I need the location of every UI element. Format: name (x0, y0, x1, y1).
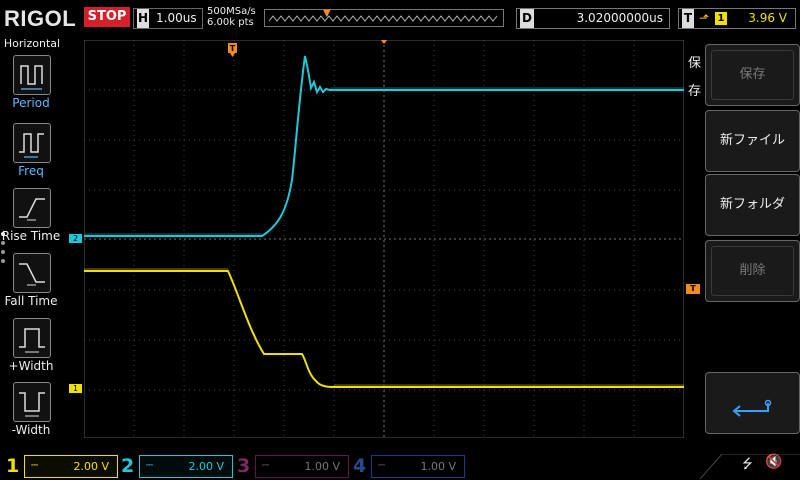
trigger-source: 1 (715, 12, 727, 25)
channel-4-number: 4 (353, 455, 367, 477)
measure-period-label: Period (12, 96, 50, 110)
ch2-marker[interactable]: 2 (69, 234, 82, 243)
dc-coupling-icon: ⎓ (31, 461, 39, 471)
channel-4-scale: 1.00 V (420, 460, 456, 473)
return-arrow-icon (732, 399, 772, 417)
delay-label: D (520, 9, 534, 28)
channel-2-number: 2 (121, 455, 135, 477)
channel-1-scale: 2.00 V (73, 460, 109, 473)
measure-fall-time[interactable]: Fall Time (0, 253, 62, 315)
positive-width-icon (13, 318, 51, 358)
brand-logo: RIGOL (4, 6, 77, 31)
measure-rise-time-label: Rise Time (1, 229, 61, 243)
channel-bar: 1 ⎓ 2.00 V 2 ⎓ 2.00 V 3 ⎓ 1.00 V 4 ⎓ 1.0… (0, 452, 800, 480)
menu-title: Horizontal (3, 37, 61, 50)
ch1-marker-label: 1 (72, 384, 79, 393)
new-folder-button[interactable]: 新フォルダ (705, 174, 800, 236)
channel-3-scale-box: ⎓ 1.00 V (255, 455, 349, 478)
fall-time-icon (13, 253, 51, 293)
return-button[interactable] (705, 372, 800, 434)
acquisition-info: 500MSa/s 6.00k pts (207, 6, 256, 28)
timebase-box[interactable]: H 1.00us (133, 8, 203, 29)
measure-positive-width[interactable]: +Width (0, 318, 62, 380)
new-file-label: 新ファイル (719, 133, 785, 148)
rise-time-icon (13, 188, 51, 228)
frequency-icon (13, 123, 51, 163)
memory-waveform-icon (268, 15, 498, 22)
delay-box[interactable]: D 3.02000000us (516, 8, 670, 29)
channel-3-status[interactable]: 3 ⎓ 1.00 V (237, 454, 349, 478)
period-icon (13, 55, 51, 95)
speaker-muted-icon[interactable]: 🔇 (765, 454, 782, 470)
channel-3-scale: 1.00 V (304, 460, 340, 473)
save-menu: 保存 保存 新ファイル 新フォルダ 削除 (685, 40, 800, 440)
measure-fall-time-label: Fall Time (4, 294, 58, 308)
sample-rate: 500MSa/s (207, 6, 256, 17)
channel-1-status[interactable]: 1 ⎓ 2.00 V (6, 454, 118, 478)
measure-menu: Horizontal Period Freq Rise Time Fall Ti… (0, 37, 62, 443)
save-button-label: 保存 (739, 67, 766, 82)
falling-edge-icon: ⬏ (699, 11, 710, 25)
measure-period[interactable]: Period (0, 55, 62, 117)
save-menu-title: 保存 (688, 56, 702, 99)
dc-coupling-icon: ⎓ (378, 461, 386, 471)
channel-4-scale-box: ⎓ 1.00 V (371, 455, 465, 478)
run-stop-button[interactable]: STOP (84, 7, 130, 27)
trigger-level-value: 3.96 V (748, 11, 787, 25)
timebase-value: 1.00us (156, 11, 197, 25)
memory-overview-bar: ▼ (264, 8, 504, 27)
usb-icon: ⭍ (742, 457, 753, 472)
ch2-marker-label: 2 (72, 234, 79, 243)
save-button[interactable]: 保存 (705, 44, 800, 106)
new-file-button[interactable]: 新ファイル (705, 110, 800, 172)
new-folder-label: 新フォルダ (719, 197, 785, 212)
channel-2-scale: 2.00 V (188, 460, 224, 473)
measure-negative-width-label: -Width (11, 423, 51, 437)
trigger-position-marker: ▼ (323, 8, 331, 19)
status-bar: RIGOL STOP H 1.00us 500MSa/s 6.00k pts ▼… (0, 0, 800, 34)
channel-1-scale-box: ⎓ 2.00 V (24, 455, 118, 478)
delete-label: 削除 (739, 263, 766, 278)
measure-negative-width[interactable]: -Width (0, 382, 62, 444)
measure-freq[interactable]: Freq (0, 123, 62, 185)
channel-2-status[interactable]: 2 ⎓ 2.00 V (121, 454, 233, 478)
measure-freq-label: Freq (18, 164, 44, 178)
dc-coupling-icon: ⎓ (262, 461, 270, 471)
delay-value: 3.02000000us (576, 11, 663, 25)
channel-3-number: 3 (237, 455, 251, 477)
measure-positive-width-label: +Width (8, 359, 54, 373)
measure-rise-time[interactable]: Rise Time (0, 188, 62, 250)
memory-depth: 6.00k pts (207, 17, 254, 28)
trigger-box[interactable]: T ⬏ 1 3.96 V (678, 8, 796, 29)
delete-button[interactable]: 削除 (705, 240, 800, 302)
ch1-marker[interactable]: 1 (69, 384, 82, 393)
trigger-top-label: T (230, 44, 236, 53)
channel-1-number: 1 (6, 455, 20, 477)
negative-width-icon (13, 382, 51, 422)
waveform-display: T (84, 40, 684, 438)
channel-4-status[interactable]: 4 ⎓ 1.00 V (353, 454, 465, 478)
dc-coupling-icon: ⎓ (146, 461, 154, 471)
channel-2-scale-box: ⎓ 2.00 V (139, 455, 233, 478)
timebase-label: H (137, 9, 149, 28)
trigger-label: T (682, 9, 694, 28)
